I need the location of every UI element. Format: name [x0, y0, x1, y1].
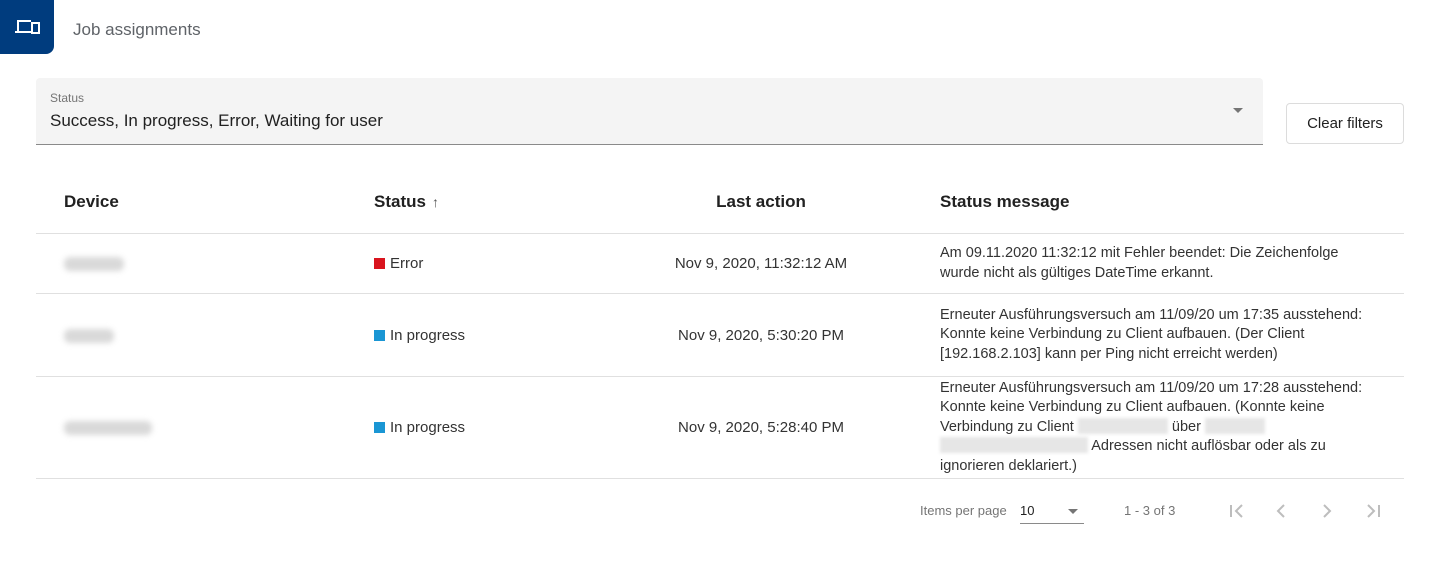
paginator: Items per page 10 1 - 3 of 3	[0, 490, 1440, 530]
table-row[interactable]: In progress Nov 9, 2020, 5:30:20 PM Erne…	[36, 294, 1404, 377]
table-row[interactable]: In progress Nov 9, 2020, 5:28:40 PM Erne…	[36, 377, 1404, 479]
chevron-right-icon	[1323, 504, 1332, 518]
status-message-cell: Erneuter Ausführungsversuch am 11/09/20 …	[876, 379, 1404, 477]
status-message-cell: Am 09.11.2020 11:32:12 mit Fehler beende…	[940, 245, 1339, 281]
redacted-device-name	[64, 328, 114, 343]
column-header-status-message[interactable]: Status message	[876, 192, 1404, 212]
last-page-icon	[1367, 504, 1380, 518]
clear-filters-button[interactable]: Clear filters	[1286, 103, 1404, 144]
chevron-down-icon	[1068, 509, 1078, 514]
status-in-progress-indicator	[374, 422, 385, 433]
previous-page-button[interactable]	[1266, 496, 1296, 526]
table-row[interactable]: Error Nov 9, 2020, 11:32:12 AM Am 09.11.…	[36, 234, 1404, 294]
page-size-select[interactable]: 10	[1020, 498, 1084, 524]
next-page-button[interactable]	[1312, 496, 1342, 526]
app-badge[interactable]	[0, 0, 54, 54]
status-text: In progress	[390, 326, 466, 344]
last-action-cell: Nov 9, 2020, 5:28:40 PM	[678, 419, 844, 436]
column-header-last-action-label: Last action	[716, 191, 806, 211]
sort-ascending-icon: ↑	[431, 193, 439, 210]
status-cell: In progress	[346, 419, 646, 436]
redacted-client-name	[1077, 417, 1168, 434]
first-page-icon	[1230, 504, 1243, 518]
column-header-status[interactable]: Status ↑	[346, 192, 646, 212]
column-header-device-label: Device	[64, 191, 119, 211]
table-header-row: Device Status ↑ Last action Status messag…	[36, 170, 1404, 234]
status-error-indicator	[374, 258, 385, 269]
column-header-status-message-label: Status message	[940, 191, 1070, 211]
status-filter-label: Status	[50, 91, 85, 105]
status-message-text: über	[1171, 418, 1201, 435]
device-cell	[36, 419, 346, 436]
items-per-page-label: Items per page	[920, 503, 1007, 518]
last-action-cell: Nov 9, 2020, 5:30:20 PM	[678, 326, 844, 344]
first-page-button[interactable]	[1222, 496, 1252, 526]
column-header-status-label: Status	[374, 191, 426, 211]
redacted-device-name	[64, 257, 124, 272]
column-header-device[interactable]: Device	[36, 192, 346, 212]
redacted-device-name	[64, 421, 152, 436]
status-cell: Error	[346, 255, 646, 272]
status-text: Error	[390, 255, 424, 272]
last-page-button[interactable]	[1358, 496, 1388, 526]
chevron-down-icon	[1233, 108, 1243, 113]
status-in-progress-indicator	[374, 329, 385, 341]
chevron-left-icon	[1276, 504, 1285, 518]
page-range-label: 1 - 3 of 3	[1124, 503, 1176, 518]
device-cell	[36, 255, 346, 272]
status-filter-select[interactable]: Status Success, In progress, Error, Wait…	[36, 78, 1263, 145]
status-cell: In progress	[346, 327, 646, 344]
column-header-last-action[interactable]: Last action	[646, 192, 876, 212]
status-message-cell: Erneuter Ausführungsversuch am 11/09/20 …	[940, 306, 1363, 362]
page-size-value: 10	[1020, 503, 1035, 518]
job-assignments-table: Device Status ↑ Last action Status messag…	[36, 170, 1404, 479]
status-filter-value: Success, In progress, Error, Waiting for…	[50, 111, 383, 130]
status-text: In progress	[390, 419, 466, 436]
page-title: Job assignments	[73, 20, 201, 39]
last-action-cell: Nov 9, 2020, 11:32:12 AM	[674, 255, 848, 272]
devices-icon	[15, 20, 40, 34]
device-cell	[36, 327, 346, 344]
redacted-address	[1204, 417, 1265, 434]
redacted-address	[940, 437, 1088, 454]
